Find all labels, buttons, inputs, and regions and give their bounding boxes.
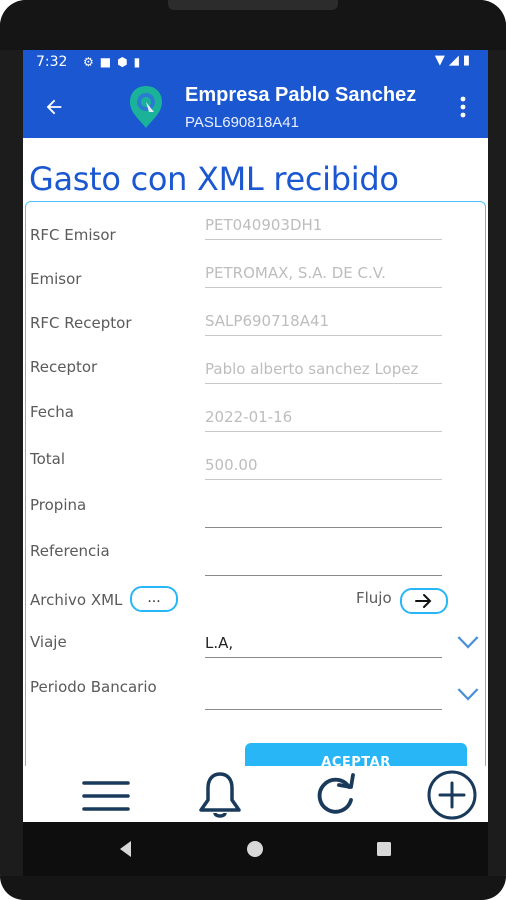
- more-vert-icon: [460, 96, 466, 118]
- company-rfc: PASL690818A41: [185, 114, 299, 131]
- overflow-menu-button[interactable]: [450, 90, 476, 124]
- company-name: Empresa Pablo Sanchez: [185, 84, 417, 106]
- total-label: Total: [30, 450, 66, 468]
- speaker: [168, 0, 338, 10]
- total-field[interactable]: 500.00: [205, 454, 442, 480]
- add-button[interactable]: [425, 770, 479, 820]
- refresh-button[interactable]: [309, 770, 363, 820]
- archivo-xml-button[interactable]: ...: [130, 586, 178, 612]
- viaje-field[interactable]: L.A,: [205, 632, 442, 658]
- receptor-field[interactable]: Pablo alberto sanchez Lopez: [205, 358, 442, 384]
- archivo-xml-label: Archivo XML: [30, 591, 123, 609]
- periodo-bancario-label: Periodo Bancario: [30, 678, 157, 696]
- wifi-icon: ▼: [434, 53, 449, 68]
- status-icons-left: ⚙■⬢▮: [83, 55, 146, 69]
- back-button[interactable]: [37, 90, 71, 124]
- settings-icon: ⚙: [83, 55, 100, 69]
- rfc-receptor-field[interactable]: SALP690718A41: [205, 310, 442, 336]
- status-icons-right: ▼◢▮: [435, 53, 474, 68]
- menu-icon: [82, 781, 130, 811]
- propina-field[interactable]: [205, 502, 442, 528]
- viaje-dropdown-chevron-icon[interactable]: [454, 630, 483, 654]
- battery-icon: ▮: [462, 53, 474, 68]
- screen: 7:32 ⚙■⬢▮ ▼◢▮ Empresa Pablo Sanchez PASL…: [23, 50, 488, 876]
- status-bar: 7:32 ⚙■⬢▮ ▼◢▮: [23, 50, 488, 76]
- bottom-nav: [23, 766, 488, 822]
- phone-bottom-bezel: [0, 876, 506, 900]
- system-navigation-bar: [23, 822, 488, 876]
- phone-top-bezel: [0, 0, 506, 50]
- bell-icon: [199, 772, 241, 818]
- propina-label: Propina: [30, 496, 87, 514]
- system-back-button[interactable]: [113, 836, 139, 862]
- flujo-label: Flujo: [356, 589, 392, 607]
- flujo-button[interactable]: [400, 588, 448, 614]
- notifications-button[interactable]: [193, 770, 247, 820]
- refresh-icon: [317, 773, 355, 814]
- circle-home-icon: [247, 841, 263, 857]
- sim-icon: ▮: [133, 55, 147, 69]
- receptor-label: Receptor: [30, 358, 98, 376]
- referencia-label: Referencia: [30, 542, 110, 560]
- menu-button[interactable]: [79, 770, 133, 820]
- emisor-label: Emisor: [30, 270, 82, 288]
- add-circle-icon: [427, 770, 477, 820]
- signal-icon: ◢: [448, 53, 463, 68]
- rfc-receptor-label: RFC Receptor: [30, 314, 132, 332]
- app-bar: Empresa Pablo Sanchez PASL690818A41: [23, 76, 488, 138]
- triangle-back-icon: [120, 841, 131, 857]
- sd-card-icon: ■: [99, 55, 118, 69]
- rfc-emisor-label: RFC Emisor: [30, 226, 116, 244]
- periodo-bancario-field[interactable]: [205, 684, 442, 710]
- arrow-back-icon: [46, 99, 62, 115]
- app-logo-icon: [130, 86, 162, 128]
- status-time: 7:32: [36, 54, 68, 70]
- system-home-button[interactable]: [242, 836, 268, 862]
- rfc-emisor-field[interactable]: PET040903DH1: [205, 214, 442, 240]
- emisor-field[interactable]: PETROMAX, S.A. DE C.V.: [205, 262, 442, 288]
- arrow-right-icon: [415, 594, 432, 608]
- viaje-label: Viaje: [30, 633, 67, 651]
- periodo-bancario-dropdown-chevron-icon[interactable]: [454, 682, 483, 706]
- fecha-field[interactable]: 2022-01-16: [205, 406, 442, 432]
- referencia-field[interactable]: [205, 550, 442, 576]
- system-recents-button[interactable]: [371, 836, 397, 862]
- fecha-label: Fecha: [30, 403, 74, 421]
- square-recents-icon: [377, 842, 391, 856]
- page-title: Gasto con XML recibido: [29, 160, 399, 198]
- shield-icon: ⬢: [117, 55, 134, 69]
